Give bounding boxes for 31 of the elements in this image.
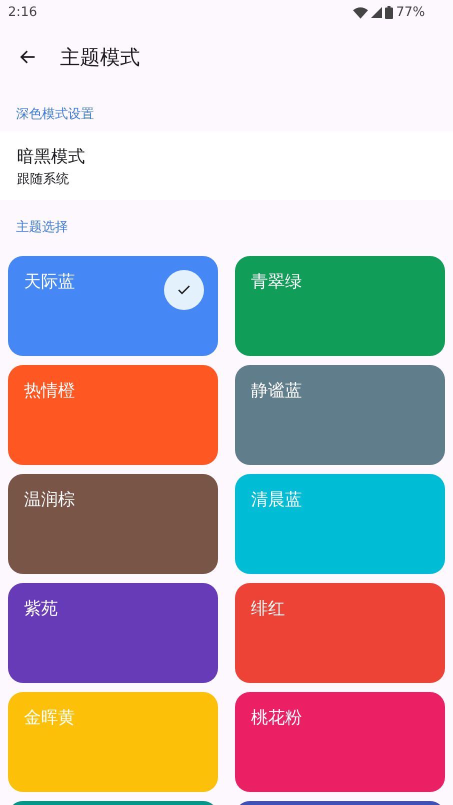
theme-tile[interactable]: 清晨蓝 <box>235 474 445 574</box>
dark-mode-setting[interactable]: 暗黑模式 跟随系统 <box>0 131 453 200</box>
theme-tile[interactable]: 静谧蓝 <box>235 365 445 465</box>
theme-name: 清晨蓝 <box>251 489 302 511</box>
signal-icon <box>371 7 382 18</box>
theme-name: 青翠绿 <box>251 271 302 293</box>
section-label: 主题选择 <box>15 219 69 237</box>
theme-name: 热情橙 <box>24 380 75 402</box>
theme-name: 温润棕 <box>24 489 75 511</box>
status-time: 2:16 <box>8 5 38 20</box>
setting-value: 跟随系统 <box>17 171 70 188</box>
theme-tile[interactable]: 桃花粉 <box>235 692 445 792</box>
theme-name: 金晖黄 <box>24 707 75 729</box>
theme-name: 静谧蓝 <box>251 380 302 402</box>
theme-name: 绯红 <box>251 598 285 620</box>
theme-name: 天际蓝 <box>24 271 75 293</box>
page-title: 主题模式 <box>60 44 140 70</box>
section-label: 深色模式设置 <box>15 106 95 124</box>
check-icon <box>164 270 204 310</box>
theme-tile[interactable]: 温润棕 <box>8 474 218 574</box>
battery-level: 77% <box>396 5 425 20</box>
theme-name: 紫苑 <box>24 598 58 620</box>
theme-tile[interactable]: 紫苑 <box>8 583 218 683</box>
battery-icon <box>385 6 394 19</box>
theme-tile[interactable]: 绯红 <box>235 583 445 683</box>
setting-title: 暗黑模式 <box>17 146 86 168</box>
theme-tile[interactable]: 青翠绿 <box>235 256 445 356</box>
theme-name: 桃花粉 <box>251 707 302 729</box>
theme-tile[interactable]: 热情橙 <box>8 365 218 465</box>
theme-tile[interactable]: 天际蓝 <box>8 256 218 356</box>
wifi-icon <box>353 6 368 18</box>
